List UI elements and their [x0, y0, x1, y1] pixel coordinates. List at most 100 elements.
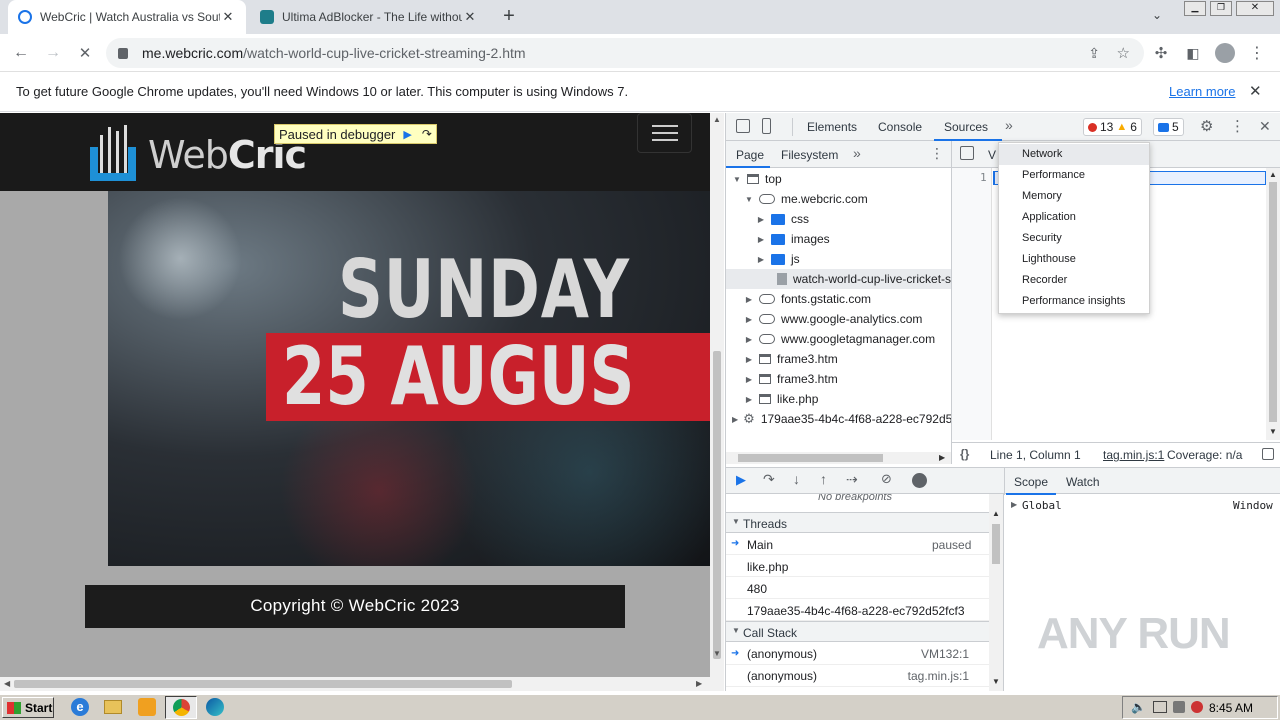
toggle-navigator-icon[interactable]	[960, 146, 974, 160]
security-center-icon[interactable]	[1173, 701, 1185, 713]
settings-gear-icon[interactable]: ⚙	[1200, 117, 1213, 135]
menu-item-lighthouse[interactable]: Lighthouse	[999, 249, 1149, 270]
step-over-icon[interactable]: ↷	[422, 127, 432, 141]
hero-video-thumbnail[interactable]: SUNDAY 25 AUGUS	[108, 191, 710, 566]
threads-section-header[interactable]: ▼ Threads	[726, 512, 989, 533]
tree-horizontal-scrollbar[interactable]: ▶	[726, 452, 951, 464]
new-tab-icon[interactable]: +	[498, 6, 520, 28]
tree-node[interactable]: ▶ frame3.htm	[726, 349, 951, 369]
chrome-taskbar-button[interactable]	[165, 696, 197, 719]
volume-icon[interactable]: 🔈	[1131, 700, 1146, 714]
menu-item-performance-insights[interactable]: Performance insights	[999, 291, 1149, 312]
back-arrow-icon[interactable]: ←	[8, 40, 34, 66]
media-player-icon[interactable]	[138, 698, 156, 716]
thread-row[interactable]: 179aae35-4b4c-4f68-a228-ec792d52fcf3	[726, 599, 989, 621]
tab-search-chevron-icon[interactable]: ⌄	[1152, 8, 1162, 22]
scope-global-row[interactable]: ▶ Global Window	[1004, 497, 1280, 515]
collapsed-triangle-icon[interactable]: ▶	[744, 335, 754, 344]
step-icon[interactable]: ⇢	[846, 471, 858, 488]
forward-arrow-icon[interactable]: →	[40, 40, 66, 66]
address-bar[interactable]: me.webcric.com /watch-world-cup-live-cri…	[106, 38, 1144, 68]
network-icon[interactable]	[1153, 701, 1167, 713]
tab-watch[interactable]: Watch	[1066, 475, 1100, 489]
expanded-triangle-icon[interactable]: ▼	[744, 195, 754, 204]
tab-elements[interactable]: Elements	[807, 120, 857, 134]
menu-item-recorder[interactable]: Recorder	[999, 270, 1149, 291]
menu-item-network[interactable]: Network	[999, 144, 1149, 165]
tree-node[interactable]: ▶ www.googletagmanager.com	[726, 329, 951, 349]
close-tab-icon[interactable]: ✕	[220, 9, 236, 25]
resume-script-icon[interactable]: ▶︎	[403, 128, 411, 141]
inspect-element-icon[interactable]	[736, 119, 750, 133]
tree-node[interactable]: ▼ top	[726, 169, 951, 189]
thread-row[interactable]: ➜ Main paused	[726, 533, 989, 555]
tree-node[interactable]: ▼ me.webcric.com	[726, 189, 951, 209]
issues-counter[interactable]: 13 ▲ 6	[1083, 118, 1142, 136]
collapsed-triangle-icon[interactable]: ▶	[744, 375, 754, 384]
tree-node[interactable]: ▶ www.google-analytics.com	[726, 309, 951, 329]
internet-explorer-icon[interactable]: e	[71, 698, 89, 716]
tree-node[interactable]: ▶ fonts.gstatic.com	[726, 289, 951, 309]
callstack-frame[interactable]: ➜ (anonymous) VM132:1	[726, 643, 989, 665]
tree-folder[interactable]: ▶ js	[726, 249, 951, 269]
more-tabs-chevron-icon[interactable]: »	[1005, 117, 1013, 133]
devtools-menu-icon[interactable]: ⋮	[1230, 117, 1245, 135]
tree-node[interactable]: ▶ ⚙ 179aae35-4b4c-4f68-a228-ec792d5	[726, 409, 951, 429]
step-out-icon[interactable]: ↑	[820, 471, 827, 487]
edge-icon[interactable]	[206, 698, 224, 716]
device-toolbar-icon[interactable]	[762, 118, 771, 134]
debugger-left-scrollbar[interactable]: ▲ ▼	[989, 494, 1003, 691]
horizontal-scroll-thumb[interactable]	[14, 680, 512, 688]
restore-icon[interactable]: ❐	[1210, 1, 1232, 16]
notification-icon[interactable]	[1191, 701, 1203, 713]
collapsed-triangle-icon[interactable]: ▶	[732, 415, 738, 424]
collapsed-triangle-icon[interactable]: ▶	[744, 315, 754, 324]
messages-counter[interactable]: 5	[1153, 118, 1184, 136]
tree-node[interactable]: ▶ like.php	[726, 389, 951, 409]
profile-avatar-icon[interactable]	[1212, 40, 1238, 66]
side-panel-icon[interactable]: ◧	[1180, 40, 1206, 66]
deactivate-breakpoints-icon[interactable]: ⊘	[881, 471, 892, 487]
tree-file[interactable]: watch-world-cup-live-cricket-st	[726, 269, 951, 289]
stop-loading-icon[interactable]: ✕	[72, 40, 98, 66]
tree-folder[interactable]: ▶ images	[726, 229, 951, 249]
lock-icon[interactable]	[118, 47, 128, 59]
editor-vertical-scrollbar[interactable]: ▲ ▼	[1266, 168, 1280, 440]
collapsed-triangle-icon[interactable]: ▶	[756, 255, 766, 264]
close-window-icon[interactable]: ✕	[1236, 1, 1274, 16]
file-explorer-icon[interactable]	[104, 700, 122, 714]
menu-item-memory[interactable]: Memory	[999, 186, 1149, 207]
toggle-debugger-sidebar-icon[interactable]	[1262, 448, 1274, 460]
step-into-icon[interactable]: ↓	[793, 471, 800, 487]
navigator-tab-page[interactable]: Page	[736, 148, 764, 162]
extensions-puzzle-icon[interactable]: ✣	[1148, 40, 1174, 66]
tab-webcric[interactable]: WebCric | Watch Australia vs South ✕	[8, 0, 246, 34]
collapsed-triangle-icon[interactable]: ▶	[756, 235, 766, 244]
close-infobar-icon[interactable]: ✕	[1249, 82, 1262, 100]
more-navigator-tabs-icon[interactable]: »	[853, 145, 861, 161]
editor-tab[interactable]: V	[988, 148, 996, 162]
bookmark-star-icon[interactable]: ☆	[1117, 44, 1130, 62]
page-horizontal-scrollbar[interactable]: ◀ ▶	[0, 677, 710, 691]
collapsed-triangle-icon[interactable]: ▶	[756, 215, 766, 224]
menu-item-application[interactable]: Application	[999, 207, 1149, 228]
tree-folder[interactable]: ▶ css	[726, 209, 951, 229]
webcric-logo-icon[interactable]	[88, 123, 140, 183]
page-vertical-scrollbar[interactable]: ▲ ▼	[710, 113, 724, 691]
pretty-print-icon[interactable]: {}	[960, 447, 969, 461]
source-file-link[interactable]: tag.min.js:1	[1103, 448, 1164, 462]
thread-row[interactable]: like.php	[726, 555, 989, 577]
step-over-icon[interactable]: ↷	[763, 471, 775, 488]
minimize-icon[interactable]: ▁	[1184, 1, 1206, 16]
start-button[interactable]: Start	[2, 697, 54, 718]
tab-adblocker[interactable]: Ultima AdBlocker - The Life without A ✕	[250, 0, 488, 34]
callstack-section-header[interactable]: ▼ Call Stack	[726, 621, 989, 642]
menu-item-security[interactable]: Security	[999, 228, 1149, 249]
pause-on-exceptions-icon[interactable]	[912, 473, 927, 488]
learn-more-link[interactable]: Learn more	[1169, 84, 1235, 99]
tree-node[interactable]: ▶ frame3.htm	[726, 369, 951, 389]
navigator-menu-icon[interactable]: ⋮	[930, 145, 944, 162]
browser-menu-icon[interactable]: ⋮	[1244, 40, 1270, 66]
resume-icon[interactable]: ▶︎	[736, 472, 746, 488]
collapsed-triangle-icon[interactable]: ▶	[744, 395, 754, 404]
